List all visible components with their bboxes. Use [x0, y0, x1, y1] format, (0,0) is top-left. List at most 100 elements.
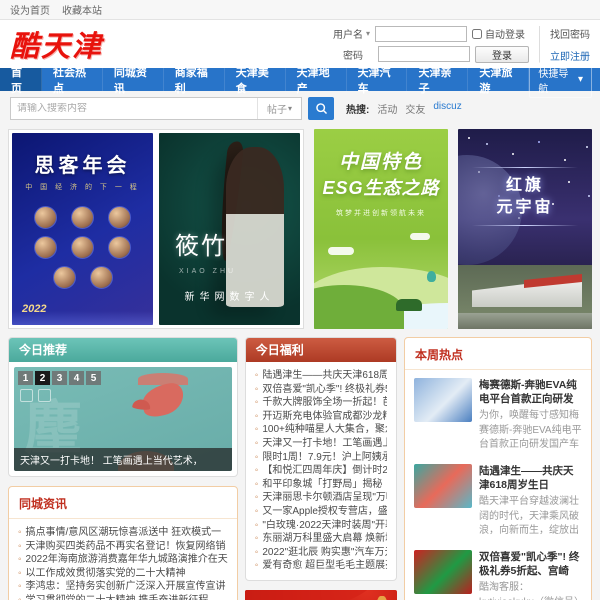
today-welfare-panel: 今日福利 陆遇津生——共庆天津618周岁生日双倍喜爱"凯心季"! 终极礼券5折起…	[245, 337, 397, 581]
nav-item[interactable]: 天津美食	[225, 68, 286, 91]
news-list-item[interactable]: 2022年海南旅游消费嘉年华九城路演推介在天	[18, 553, 228, 567]
nav-item[interactable]: 天津汽车	[347, 68, 408, 91]
site-header: 酷天津 用户名 ▾ 自动登录 密码 登录 找回密码 立即注册	[0, 20, 600, 68]
skyline-decoration	[12, 311, 153, 325]
stars-decoration	[468, 137, 470, 139]
banner-sike-annual-meeting[interactable]: 思客年会 中 国 经 济 的 下 一 程 2022	[12, 133, 153, 325]
news-description: 酷天津平台穿越波澜壮阔的时代，天津乘风破浪，向新而生，绽放出新文化、新时尚、新艺	[479, 495, 582, 539]
panel-title: 本周热点	[405, 338, 591, 370]
hot-news-item[interactable]: 双倍喜爱"凯心季"! 终极礼券5折起、宫崎 酷淘客服：kutjxiaokuku（…	[414, 550, 582, 600]
quick-nav-button[interactable]: 快捷导航 ▾	[529, 62, 592, 98]
register-link[interactable]: 立即注册	[550, 48, 590, 63]
slide-tab[interactable]: 5	[86, 371, 101, 385]
hot-news-item[interactable]: 陆遇津生——共庆天津618周岁生日 酷天津平台穿越波澜壮阔的时代，天津乘风破浪，…	[414, 464, 582, 539]
news-list-item[interactable]: 以工作成效贯彻落实党的二十大精神	[18, 567, 228, 581]
search-bar: 帖子 ▾ 热搜: 活动交友 discuz	[0, 91, 600, 125]
chevron-down-icon: ▾	[288, 104, 292, 113]
login-area: 用户名 ▾ 自动登录 密码 登录 找回密码 立即注册	[327, 26, 590, 63]
nav-item[interactable]: 商家福利	[164, 68, 225, 91]
artwork-decoration	[138, 373, 188, 385]
welfare-list-item[interactable]: 千款大牌服饰全场一折起！芭面蒂大型内购会	[255, 396, 387, 410]
search-icon	[315, 102, 328, 115]
news-list-item[interactable]: 学习贯彻党的二十大精神 携手奋进新征程	[18, 594, 228, 600]
welfare-list-item[interactable]: 东丽湖万科里盛大启幕 焕新城市理想生活	[255, 532, 387, 546]
chevron-down-icon: ▾	[578, 74, 583, 85]
slide-tab[interactable]: 1	[18, 371, 33, 385]
nav-item[interactable]: 首页	[0, 68, 42, 91]
recommend-slide-image[interactable]: 麈 12345 天津又一打卡地！ 工笔画遇上当代艺术，	[14, 367, 232, 471]
banner-title: 思客年会	[12, 149, 153, 178]
banner-hongqi-metaverse[interactable]: 红旗 元宇宙	[458, 129, 592, 329]
banner-subtitle: 新华网数字人	[159, 288, 300, 303]
hot-news-item[interactable]: 梅赛德斯-奔驰EVA纯电平台首款正向研发国产 为你，唤醒每寸感知梅赛德斯-奔驰E…	[414, 378, 582, 453]
speaker-portraits	[12, 192, 153, 289]
slide-caption[interactable]: 天津又一打卡地！ 工笔画遇上当代艺术，	[14, 448, 232, 471]
search-category-select[interactable]: 帖子 ▾	[257, 98, 301, 119]
auto-login-checkbox[interactable]	[472, 29, 482, 39]
digital-human-figure	[226, 147, 284, 307]
welfare-list-item[interactable]: 开迈斯充电体验官成都沙龙精彩举办	[255, 410, 387, 424]
welfare-list-item[interactable]: 爱有奇愈 超巨型毛毛主题展亮相鲁能城	[255, 559, 387, 573]
week-hot-panel: 本周热点 梅赛德斯-奔驰EVA纯电平台首款正向研发国产 为你，唤醒每寸感知梅赛德…	[404, 337, 592, 600]
welfare-list-item[interactable]: 天津丽思卡尔顿酒店呈现"万味奇遇"菜单，	[255, 491, 387, 505]
hot-search-link[interactable]: 交友	[405, 101, 425, 116]
banner-title: 筱竹	[175, 226, 227, 261]
welfare-list-item[interactable]: 又一家Apple授权专营店，盛大开业！就在你	[255, 505, 387, 519]
banner-digital-human[interactable]: 筱竹 XIAO ZHU 新华网数字人	[159, 133, 300, 325]
main-nav: 首页社会热点同城资讯商家福利天津美食天津地产天津汽车天津亲子天津旅游 快捷导航 …	[0, 68, 600, 91]
hot-search-link[interactable]: 活动	[377, 101, 397, 116]
welfare-list-item[interactable]: 100+纯种喵星人大集合，聚众吸猫你来不来？	[255, 423, 387, 437]
divider-decoration	[472, 167, 578, 168]
username-label: 用户名	[327, 26, 363, 41]
welfare-list-item[interactable]: 天津又一打卡地！工笔画遇上当代艺术，你能	[255, 437, 387, 451]
nav-item[interactable]: 天津旅游	[468, 68, 529, 91]
news-thumbnail	[414, 464, 472, 508]
news-list-item[interactable]: 李鸿忠：坚持务实创新广泛深入开展宣传宣讲	[18, 580, 228, 594]
hot-search-link[interactable]: discuz	[433, 101, 461, 116]
welfare-list-item[interactable]: 2022"逛北辰 购实惠"汽车万元幸运购启动	[255, 546, 387, 560]
news-list-item[interactable]: 天津购买四类药品不再实名登记！恢复网络销	[18, 540, 228, 554]
nav-item[interactable]: 同城资讯	[103, 68, 164, 91]
divider-decoration	[472, 225, 578, 226]
welfare-list-item[interactable]: 【和悦汇四周年庆】倒计时2天！近100家市集	[255, 464, 387, 478]
news-description: 酷淘客服：kutjxiaokuku（微信号）酷天津成立于2005年，从酷天津we…	[479, 581, 582, 600]
slide-tab[interactable]: 4	[69, 371, 84, 385]
nav-item[interactable]: 天津亲子	[407, 68, 468, 91]
search-button[interactable]	[308, 97, 334, 120]
news-list-item[interactable]: 搞点事情/意风区潮玩惊喜派送中 狂欢模式一	[18, 526, 228, 540]
hot-search-label: 热搜:	[346, 101, 369, 116]
statue-decoration	[375, 596, 389, 600]
news-title: 陆遇津生——共庆天津618周岁生日	[479, 464, 582, 492]
auto-login-option[interactable]: 自动登录	[472, 26, 525, 41]
welfare-list-item[interactable]: 双倍喜爱"凯心季"! 终极礼券5折起、宫崎	[255, 383, 387, 397]
password-label: 密码	[327, 47, 363, 62]
slide-tab[interactable]: 3	[52, 371, 67, 385]
welfare-list-item[interactable]: 和平印象城「打野局」揭秘｜50+顶流品牌集	[255, 478, 387, 492]
party-congress-banner[interactable]: 喜迎二十大 奋进新征程	[245, 590, 397, 600]
nav-item[interactable]: 天津地产	[286, 68, 347, 91]
site-logo[interactable]: 酷天津	[10, 23, 103, 65]
auto-login-label: 自动登录	[485, 26, 525, 41]
welfare-list-item[interactable]: 陆遇津生——共庆天津618周岁生日	[255, 369, 387, 383]
forgot-password-link[interactable]: 找回密码	[550, 26, 590, 41]
utility-link[interactable]: 设为首页	[10, 2, 50, 17]
welfare-list-item[interactable]: "白玫瑰·2022天津时装周"开幕式举行海津	[255, 519, 387, 533]
password-input[interactable]	[378, 46, 470, 62]
nav-item[interactable]: 社会热点	[42, 68, 103, 91]
balloon-decoration	[427, 271, 436, 282]
news-description: 为你，唤醒每寸感知梅赛德斯-奔驰EVA纯电平台首款正向研发国产车型全新纯电EQE…	[479, 409, 582, 453]
login-button[interactable]: 登录	[475, 46, 529, 63]
panel-title: 同城资讯	[9, 487, 237, 519]
utility-link[interactable]: 收藏本站	[62, 2, 102, 17]
utility-bar: 设为首页收藏本站	[0, 0, 600, 20]
slide-tabs: 12345	[18, 371, 101, 385]
exhibit-logos	[20, 389, 51, 402]
banner-esg[interactable]: 中国特色 ESG生态之路 筑梦并进创新领航未来	[314, 129, 448, 329]
username-input[interactable]	[375, 26, 467, 42]
welfare-list-item[interactable]: 限时1周！7.9元！沪上阿姨承包你的口粮咖啡	[255, 451, 387, 465]
banner-title-line2: ESG生态之路	[314, 174, 448, 200]
chevron-down-icon[interactable]: ▾	[366, 29, 370, 38]
banner-subtitle: 中 国 经 济 的 下 一 程	[12, 182, 153, 192]
slide-tab[interactable]: 2	[35, 371, 50, 385]
search-input[interactable]	[11, 103, 257, 114]
